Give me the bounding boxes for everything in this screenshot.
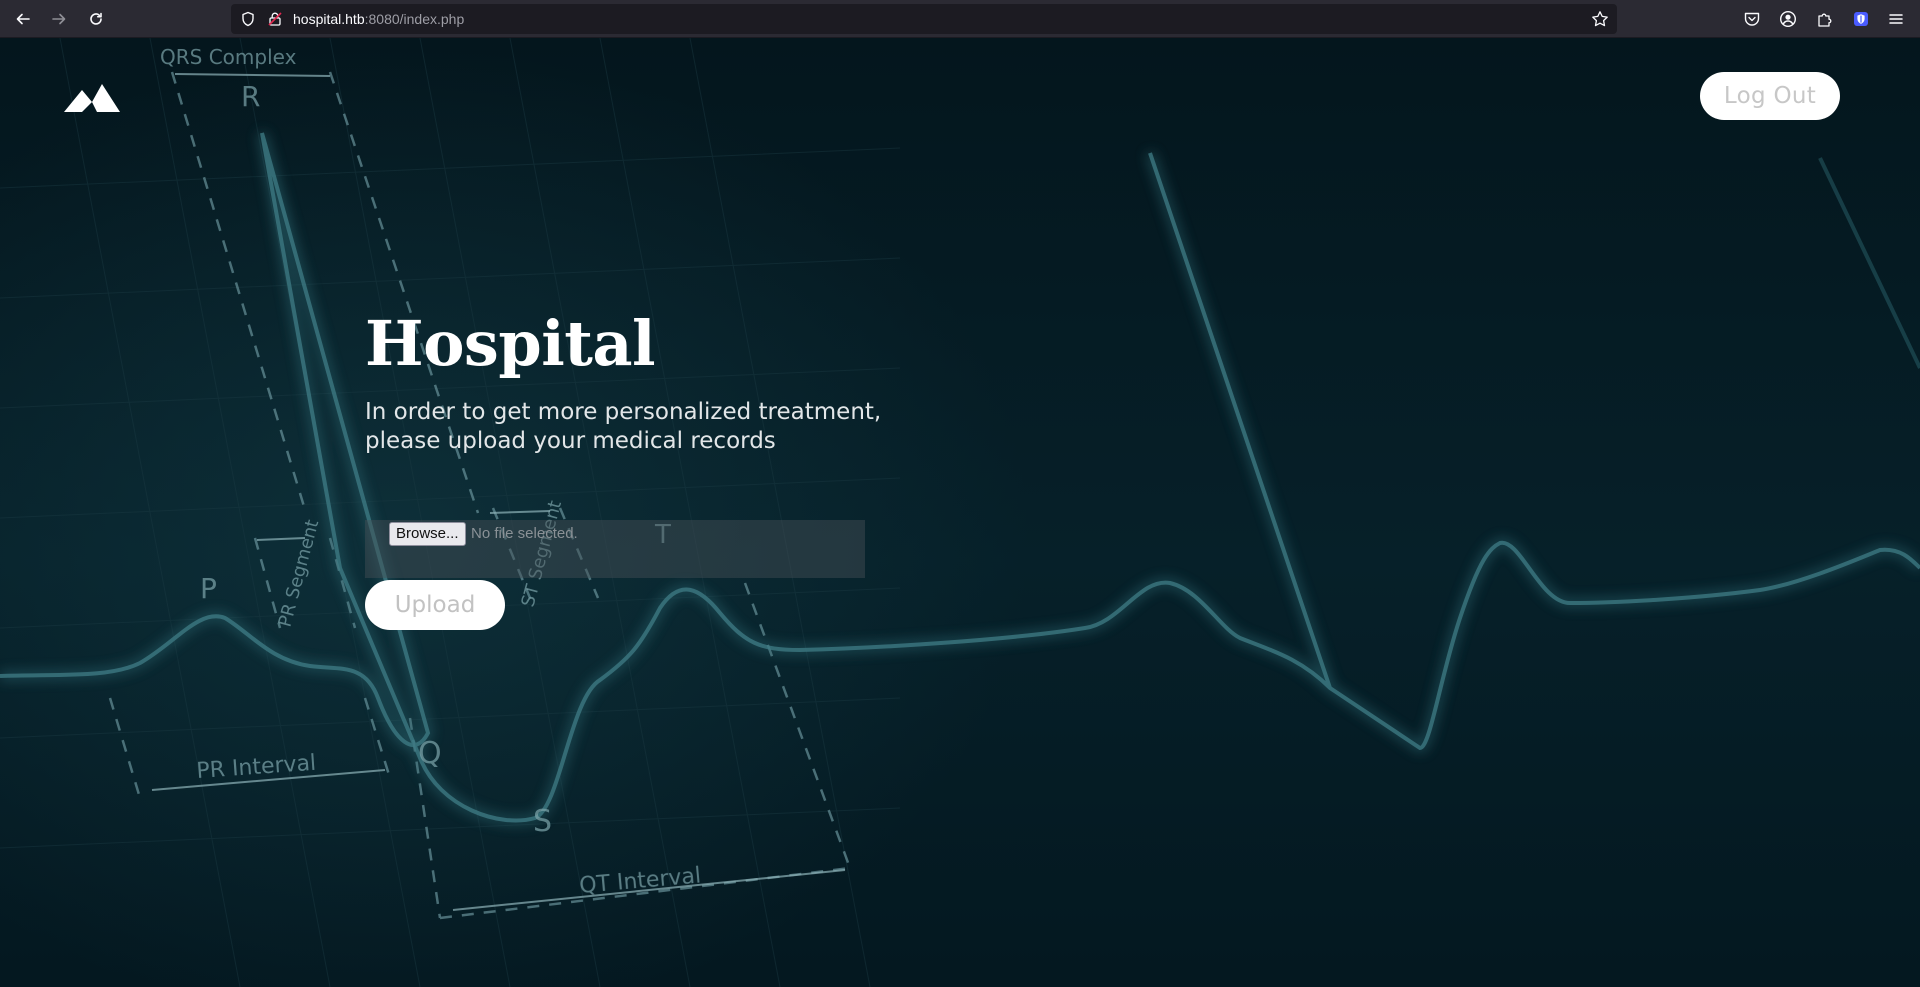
logout-button[interactable]: Log Out bbox=[1700, 72, 1840, 120]
s-label: S bbox=[533, 804, 552, 839]
r-label: R bbox=[241, 80, 260, 113]
reload-icon[interactable] bbox=[84, 7, 108, 31]
browser-toolbar: hospital.htb:8080/index.php bbox=[0, 0, 1920, 38]
hero: Hospital In order to get more personaliz… bbox=[365, 306, 985, 456]
page-title: Hospital bbox=[365, 307, 656, 380]
account-icon[interactable] bbox=[1777, 8, 1799, 30]
q-label: Q bbox=[418, 736, 442, 771]
forward-icon[interactable] bbox=[47, 7, 71, 31]
shield-icon[interactable] bbox=[240, 11, 256, 31]
extensions-icon[interactable] bbox=[1814, 8, 1836, 30]
grid-lines bbox=[0, 38, 901, 987]
page: QRS Complex R P Q S T PR Segment ST Segm… bbox=[0, 38, 1920, 987]
ecg-background: QRS Complex R P Q S T PR Segment ST Segm… bbox=[0, 38, 1920, 987]
interval-arrows bbox=[151, 73, 846, 911]
menu-icon[interactable] bbox=[1885, 8, 1907, 30]
pocket-icon[interactable] bbox=[1741, 8, 1763, 30]
url-text[interactable]: hospital.htb:8080/index.php bbox=[293, 4, 464, 34]
browse-button[interactable]: Browse... bbox=[389, 522, 466, 546]
star-icon[interactable] bbox=[1591, 10, 1609, 32]
pr-interval-label: PR Interval bbox=[196, 751, 317, 784]
address-bar[interactable]: hospital.htb:8080/index.php bbox=[231, 4, 1617, 34]
extension-icon[interactable] bbox=[1850, 8, 1872, 30]
page-subtitle: In order to get more personalized treatm… bbox=[365, 399, 882, 454]
back-icon[interactable] bbox=[11, 7, 35, 31]
lock-icon[interactable] bbox=[267, 11, 283, 31]
file-input[interactable]: Browse... No file selected. bbox=[365, 520, 865, 578]
mountain-icon[interactable] bbox=[64, 82, 120, 114]
url-path: :8080/index.php bbox=[364, 11, 465, 27]
p-label: P bbox=[200, 572, 217, 605]
upload-button[interactable]: Upload bbox=[365, 580, 505, 630]
url-host: hospital.htb bbox=[293, 11, 365, 27]
pr-segment-label: PR Segment bbox=[275, 518, 324, 630]
file-status-text: No file selected. bbox=[471, 525, 578, 542]
qrs-label: QRS Complex bbox=[160, 45, 297, 69]
interval-guides bbox=[108, 71, 852, 920]
qt-interval-label: QT Interval bbox=[578, 863, 702, 899]
